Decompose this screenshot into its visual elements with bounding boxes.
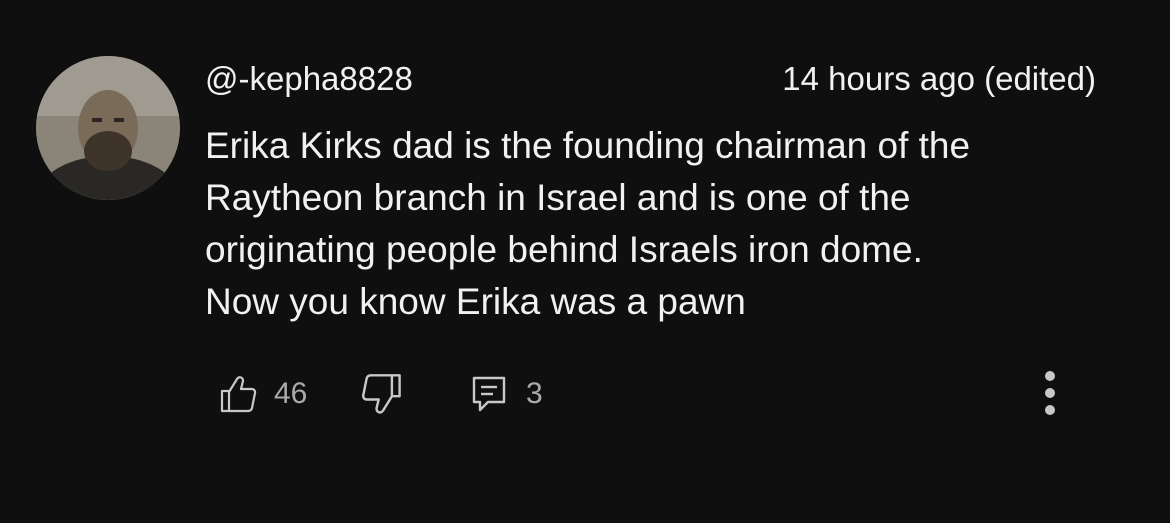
comment-icon bbox=[472, 376, 506, 412]
avatar[interactable] bbox=[36, 56, 180, 200]
comment-actions: 46 3 bbox=[0, 370, 1170, 420]
avatar-image bbox=[36, 56, 180, 200]
comment-text-line: Now you know Erika was a pawn bbox=[205, 281, 746, 322]
thumbs-down-icon bbox=[361, 374, 401, 414]
dislike-button[interactable] bbox=[360, 370, 404, 418]
comment-timestamp: 14 hours ago (edited) bbox=[782, 60, 1096, 97]
author-handle[interactable]: @-kepha8828 bbox=[205, 60, 413, 98]
more-vertical-icon bbox=[1045, 371, 1055, 415]
like-count: 46 bbox=[274, 377, 308, 410]
like-button[interactable]: 46 bbox=[218, 370, 307, 418]
more-options-button[interactable] bbox=[1035, 368, 1065, 424]
reply-count: 3 bbox=[526, 377, 543, 410]
comment-card: @-kepha8828 14 hours ago (edited) Erika … bbox=[0, 0, 1170, 523]
reply-button[interactable]: 3 bbox=[470, 370, 543, 418]
comment-text: Erika Kirks dad is the founding chairman… bbox=[205, 120, 1105, 328]
comment-text-line: Erika Kirks dad is the founding chairman… bbox=[205, 125, 971, 166]
comment-text-line: originating people behind Israels iron d… bbox=[205, 229, 923, 270]
thumbs-up-icon bbox=[220, 376, 257, 413]
comment-text-line: Raytheon branch in Israel and is one of … bbox=[205, 177, 911, 218]
